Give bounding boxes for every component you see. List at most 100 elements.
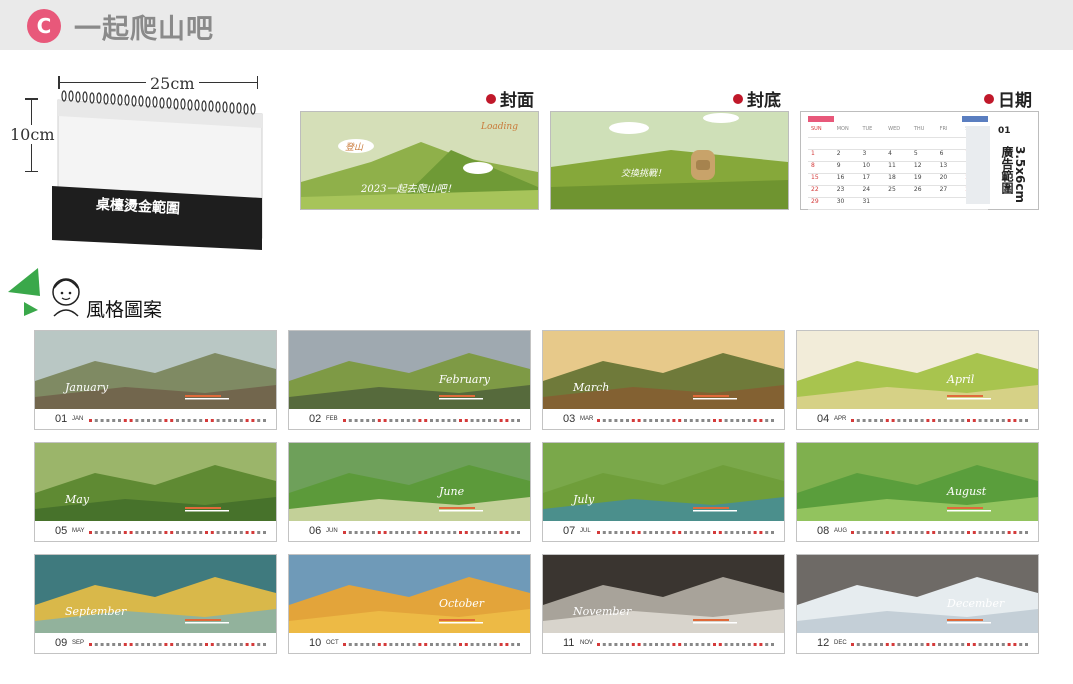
day-mark (377, 643, 381, 646)
day-mark (348, 419, 352, 422)
day-mark (897, 643, 901, 646)
day-mark (949, 643, 953, 646)
day-mark (366, 531, 370, 534)
day-mark (1019, 419, 1023, 422)
ad-area-size: 3.5x6cm (1013, 146, 1027, 203)
day-mark (747, 531, 751, 534)
day-mark (135, 419, 139, 422)
day-mark (689, 419, 693, 422)
day-mark (488, 419, 491, 422)
day-mark (955, 643, 959, 646)
day-mark (1019, 643, 1023, 646)
day-mark (932, 643, 936, 646)
day-mark (430, 419, 433, 422)
day-mark (920, 531, 924, 534)
date-cell (910, 138, 937, 150)
day-mark (597, 419, 600, 422)
day-mark (193, 643, 197, 646)
day-mark (742, 643, 745, 646)
day-mark (210, 531, 214, 534)
day-mark (655, 531, 658, 534)
day-mark (112, 643, 116, 646)
day-mark (1007, 531, 1011, 534)
cover-text-right: Loading (481, 122, 518, 132)
day-mark (891, 531, 895, 534)
day-mark (216, 643, 220, 646)
day-mark (672, 531, 676, 534)
day-mark (228, 531, 232, 534)
day-mark (978, 643, 982, 646)
weekday-label: THU (910, 126, 937, 138)
day-mark (742, 531, 745, 534)
day-mark (984, 643, 988, 646)
day-mark (164, 643, 168, 646)
month-number: 06 (309, 525, 322, 537)
day-mark (967, 531, 970, 534)
day-strip (597, 643, 774, 646)
date-cell: 8 (808, 162, 834, 174)
day-mark (707, 419, 711, 422)
day-mark (123, 531, 127, 534)
day-mark (903, 531, 907, 534)
month-footer: 07 JUL (543, 521, 784, 541)
back-cover-image: 交換挑戰！ (550, 111, 789, 210)
day-mark (476, 531, 480, 534)
day-mark (181, 419, 185, 422)
day-mark (418, 531, 422, 534)
day-mark (880, 419, 883, 422)
day-mark (234, 419, 237, 422)
month-footer: 10 OCT (289, 633, 530, 653)
day-mark (199, 643, 203, 646)
date-row: 29 30 31 (808, 198, 989, 210)
section-badge: C (27, 9, 61, 43)
day-mark (170, 531, 174, 534)
day-mark (891, 419, 895, 422)
day-mark (493, 419, 497, 422)
date-row (808, 138, 989, 150)
day-mark (412, 643, 416, 646)
day-mark (118, 643, 121, 646)
day-mark (856, 643, 860, 646)
day-mark (903, 419, 907, 422)
month-number: 08 (817, 525, 830, 537)
day-mark (511, 531, 515, 534)
day-mark (100, 531, 104, 534)
date-cell: 2 (833, 150, 860, 162)
month-card-feb: February 02 FEB (288, 330, 531, 430)
month-footer: 04 APR (797, 409, 1038, 429)
day-mark (897, 419, 901, 422)
day-mark (158, 531, 162, 534)
month-illustration (289, 555, 530, 633)
day-mark (170, 419, 174, 422)
day-mark (348, 643, 352, 646)
day-mark (874, 419, 878, 422)
day-mark (990, 531, 994, 534)
day-mark (851, 643, 854, 646)
day-mark (377, 419, 381, 422)
day-mark (695, 531, 699, 534)
date-row: 22232425262728 (808, 186, 989, 198)
day-mark (978, 531, 982, 534)
day-mark (430, 643, 433, 646)
day-mark (511, 643, 515, 646)
cover-text-main: 2023一起去爬山吧！ (361, 184, 457, 195)
day-mark (771, 531, 774, 534)
day-mark (129, 643, 133, 646)
month-illustration (289, 331, 530, 409)
day-mark (851, 419, 854, 422)
date-cell: 31 (859, 198, 886, 210)
day-mark (464, 531, 468, 534)
day-mark (406, 531, 410, 534)
month-abbr: APR (834, 416, 847, 422)
day-mark (695, 643, 699, 646)
day-mark (684, 643, 687, 646)
date-cell: 13 (936, 162, 963, 174)
day-mark (476, 419, 480, 422)
month-abbr: JAN (72, 416, 84, 422)
day-mark (401, 419, 404, 422)
day-mark (602, 643, 606, 646)
date-panel: SUNMONTUEWEDTHUFRISAT 123456789101112131… (800, 111, 1039, 210)
day-mark (707, 643, 711, 646)
month-name: September (65, 605, 127, 618)
cover-image: 登山 Loading 2023一起去爬山吧！ (300, 111, 539, 210)
